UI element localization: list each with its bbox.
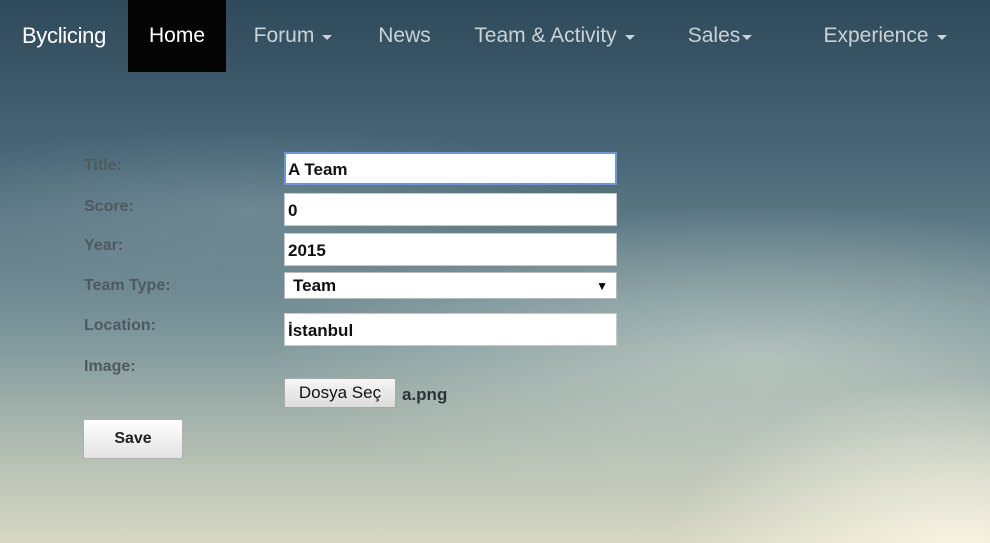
save-button[interactable]: Save <box>83 419 183 459</box>
nav-forum[interactable]: Forum <box>226 0 360 72</box>
nav-experience[interactable]: Experience <box>780 0 990 72</box>
image-label: Image: <box>84 358 136 375</box>
team-type-value: Team <box>293 275 337 295</box>
year-input[interactable] <box>284 233 617 266</box>
nav-forum-label: Forum <box>253 24 315 47</box>
nav-sales[interactable]: Sales <box>660 0 780 72</box>
choose-file-button[interactable]: Dosya Seç <box>284 378 396 408</box>
score-input[interactable] <box>284 193 617 226</box>
selected-file-name: a.png <box>402 385 448 404</box>
title-input[interactable] <box>284 152 617 185</box>
dropdown-arrow-icon: ▼ <box>596 278 608 293</box>
nav-home-label: Home <box>148 24 206 47</box>
year-label: Year: <box>84 237 124 254</box>
title-label: Title: <box>84 157 122 174</box>
nav-sales-label: Sales <box>687 24 741 47</box>
team-type-label: Team Type: <box>84 277 171 294</box>
chevron-down-icon <box>624 35 635 40</box>
nav-team-activity-label: Team & Activity <box>474 24 617 47</box>
nav-home[interactable]: Home <box>128 0 226 72</box>
chevron-down-icon <box>936 35 947 40</box>
team-type-select[interactable]: Team ▼ <box>284 272 617 299</box>
nav-team-activity[interactable]: Team & Activity <box>449 0 660 72</box>
brand-logo[interactable]: Byclicing <box>0 0 128 72</box>
chevron-down-icon <box>322 35 333 40</box>
score-label: Score: <box>84 198 134 215</box>
nav-news[interactable]: News <box>360 0 449 72</box>
nav-news-label: News <box>378 24 431 47</box>
location-label: Location: <box>84 317 156 334</box>
top-navbar: Byclicing Home Forum News Team & Activit… <box>0 0 990 72</box>
location-input[interactable] <box>284 313 617 346</box>
nav-experience-label: Experience <box>823 24 929 47</box>
chevron-down-icon <box>742 35 753 40</box>
